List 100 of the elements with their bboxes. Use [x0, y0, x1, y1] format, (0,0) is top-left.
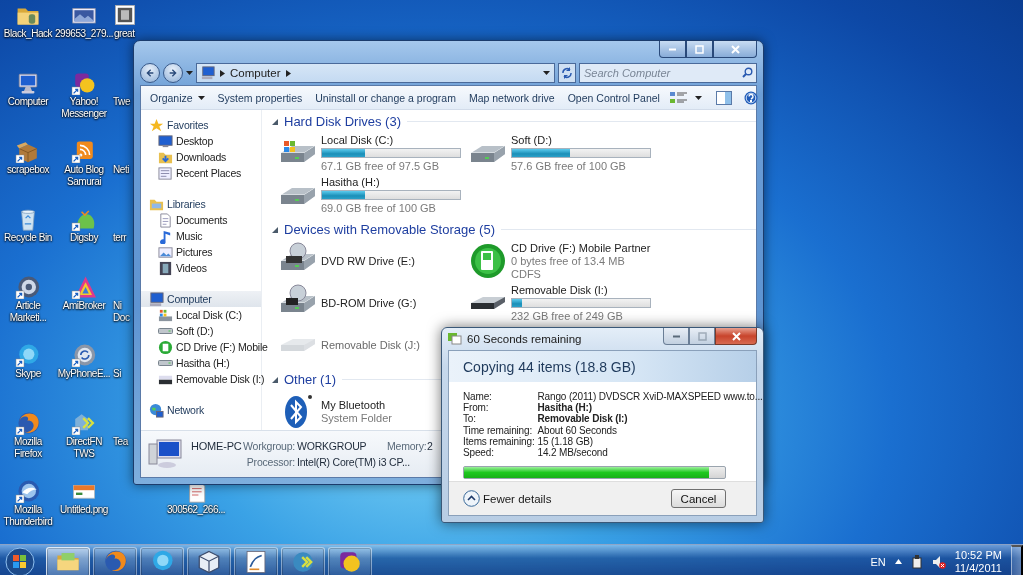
sidebar-item[interactable]: CD Drive (F:) Mobile: [141, 339, 268, 355]
document-icon: [158, 212, 173, 228]
icon-label[interactable]: Recycle Bin: [4, 232, 52, 244]
drive-name: My Bluetooth: [321, 398, 387, 411]
refresh-button[interactable]: [558, 63, 576, 83]
drive-tile[interactable]: BD-ROM Drive (G:): [278, 282, 468, 324]
close-button[interactable]: [715, 328, 757, 345]
sidebar-item[interactable]: Music: [141, 228, 261, 244]
star-icon: [149, 117, 164, 133]
copy-icon: [448, 333, 462, 345]
dialog-title: 60 Seconds remaining: [467, 333, 583, 345]
show-desktop-button[interactable]: [1011, 545, 1023, 575]
sidebar-item[interactable]: Libraries: [141, 196, 261, 212]
taskbar-button[interactable]: [187, 546, 231, 575]
detail-value: 2: [427, 440, 434, 452]
sidebar-item[interactable]: Favorites: [141, 117, 261, 133]
close-button[interactable]: [713, 41, 757, 58]
drive-name: Local Disk (C:): [321, 134, 395, 146]
icon-label[interactable]: DirectFN TWS: [58, 436, 110, 460]
maximize-button[interactable]: [686, 41, 713, 58]
caret-icon: [197, 95, 205, 100]
sidebar-item[interactable]: Downloads: [141, 149, 261, 165]
sidebar-item[interactable]: Pictures: [141, 244, 261, 260]
breadcrumb[interactable]: Computer: [230, 67, 281, 79]
clock[interactable]: 10:52 PM 11/4/2011: [954, 548, 1002, 575]
drive-tile[interactable]: Removable Disk (I:) 232 GB free of 249 GB: [468, 282, 658, 324]
detail-label: Memory:: [387, 440, 425, 452]
group-header[interactable]: Devices with Removable Storage (5): [284, 222, 495, 237]
taskbar-button[interactable]: [140, 546, 184, 575]
toolbar-button[interactable]: Map network drive: [463, 86, 560, 109]
sidebar-item[interactable]: Documents: [141, 212, 261, 228]
icon-label[interactable]: Auto Blog Samurai: [58, 164, 110, 188]
icon-label[interactable]: 299653_279...: [54, 28, 114, 40]
icon-label[interactable]: Mozilla Firefox: [2, 436, 54, 460]
usb-drive-icon: [470, 296, 506, 310]
icon-label[interactable]: Neti: [113, 164, 129, 176]
taskbar-button[interactable]: [328, 546, 372, 575]
group-header[interactable]: Hard Disk Drives (3): [284, 114, 401, 129]
language-indicator[interactable]: EN: [870, 555, 886, 568]
sidebar-item[interactable]: Computer: [141, 291, 261, 307]
icon-label[interactable]: AmiBroker: [62, 300, 106, 312]
recent-icon: [158, 165, 173, 181]
drive-tile[interactable]: Soft (D:) 57.6 GB free of 100 GB: [468, 132, 658, 174]
minimize-icon: [671, 334, 681, 338]
computer-icon: [201, 66, 215, 80]
cancel-button[interactable]: Cancel: [671, 489, 726, 508]
detail-label: From:: [463, 402, 490, 414]
drive-info: 57.6 GB free of 100 GB: [511, 160, 627, 172]
search-field[interactable]: Search Computer: [579, 63, 757, 83]
history-caret-icon: [186, 71, 193, 75]
toolbar-button[interactable]: System properties: [212, 86, 308, 109]
forward-button[interactable]: [163, 63, 183, 83]
icon-label[interactable]: Black_Hack: [3, 28, 53, 40]
maximize-button[interactable]: [689, 328, 715, 345]
group-header[interactable]: Other (1): [284, 372, 336, 387]
search-icon: [742, 67, 753, 78]
sidebar-item[interactable]: Recent Places: [141, 165, 261, 181]
drive-tile[interactable]: DVD RW Drive (E:): [278, 240, 468, 282]
toolbar-button[interactable]: Open Control Panel: [562, 86, 665, 109]
detail-value: Rango (2011) DVDSCR XviD-MAXSPEED www.to...: [537, 391, 763, 403]
drive-tile[interactable]: Hasitha (H:) 69.0 GB free of 100 GB: [278, 174, 468, 216]
drive-name: Removable Disk (I:): [511, 284, 609, 296]
sidebar-item[interactable]: Local Disk (C:): [141, 307, 261, 323]
taskbar-button[interactable]: [93, 546, 137, 575]
toolbar-button[interactable]: Uninstall or change a program: [310, 86, 461, 109]
chevron-up-icon: [463, 490, 480, 507]
sidebar-item[interactable]: Videos: [141, 260, 261, 276]
back-button[interactable]: [140, 63, 160, 83]
drive-tile[interactable]: Local Disk (C:) 67.1 GB free of 97.5 GB: [278, 132, 468, 174]
drive-name: BD-ROM Drive (G:): [321, 297, 417, 309]
icon-label[interactable]: Computer: [7, 96, 49, 108]
icon-label[interactable]: Yahoo! Messenger: [58, 96, 110, 120]
taskbar-button[interactable]: [234, 546, 278, 575]
minimize-button[interactable]: [659, 41, 686, 58]
detail-value: 15 (1.18 GB): [537, 435, 594, 447]
icon-label[interactable]: Twe: [113, 96, 130, 108]
taskbar-button[interactable]: [281, 546, 325, 575]
detail-label: Time remaining:: [463, 424, 534, 436]
address-bar[interactable]: Computer: [196, 63, 555, 83]
fewer-details-button[interactable]: Fewer details: [463, 490, 552, 507]
sidebar-item[interactable]: Hasitha (H:): [141, 355, 261, 371]
collapse-triangle-icon: [272, 118, 278, 125]
sidebar-item[interactable]: Soft (D:): [141, 323, 261, 339]
detail-value: WORKGROUP: [297, 440, 368, 452]
sidebar-item[interactable]: Desktop: [141, 133, 261, 149]
sidebar-item[interactable]: Network: [141, 402, 261, 418]
taskbar-button[interactable]: [46, 546, 90, 575]
icon-label[interactable]: Skype: [15, 368, 41, 380]
icon-label[interactable]: MyPhoneE...: [57, 368, 111, 380]
minimize-button[interactable]: [663, 328, 689, 345]
organize-menu[interactable]: Organize: [145, 86, 210, 109]
icon-label[interactable]: great: [114, 28, 135, 40]
icon-label[interactable]: Digsby: [70, 232, 98, 244]
icon-label[interactable]: Untitled.png: [60, 504, 108, 516]
sidebar-item[interactable]: Removable Disk (I:): [141, 371, 265, 387]
icon-label[interactable]: scrapebox: [6, 164, 50, 176]
icon-label[interactable]: Article Marketi...: [2, 300, 54, 324]
icon-label[interactable]: Mozilla Thunderbird: [2, 504, 54, 528]
icon-label[interactable]: terr: [113, 232, 127, 244]
drive-tile[interactable]: CD Drive (F:) Mobile Partner 0 bytes free of 13.4 MB CDFS: [468, 240, 658, 282]
